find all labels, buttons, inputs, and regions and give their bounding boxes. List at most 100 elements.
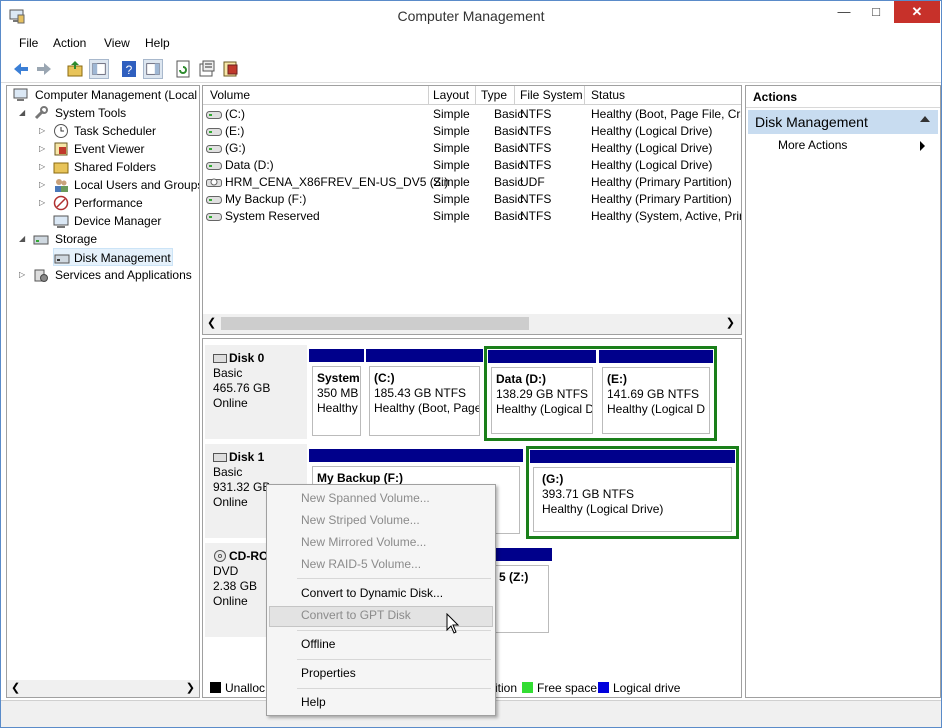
menu-item-convert-gpt[interactable]: Convert to GPT Disk	[301, 608, 411, 622]
menu-item-new-mirrored-volume[interactable]: New Mirrored Volume...	[301, 535, 426, 549]
expand-icon[interactable]: ▷	[39, 176, 49, 194]
menu-separator	[297, 630, 491, 631]
maximize-button[interactable]: □	[861, 1, 891, 23]
show-hide-tree-icon[interactable]	[89, 59, 109, 79]
disk-0-state: Online	[213, 396, 248, 410]
volume-row[interactable]: Data (D:) Simple Basic NTFS Healthy (Logical…	[203, 157, 741, 174]
collapse-up-icon[interactable]	[920, 116, 930, 122]
partition-size: 185.43 GB NTFS	[374, 386, 467, 400]
volume-cell-volume: HRM_CENA_X86FREV_EN-US_DV5 (Z:)	[225, 175, 449, 189]
export-icon[interactable]	[221, 59, 241, 79]
volume-cell-volume: (E:)	[225, 124, 245, 138]
partition-c[interactable]: (C:) 185.43 GB NTFS Healthy (Boot, Page	[366, 349, 483, 439]
actions-header: Actions	[746, 86, 940, 108]
menu-item-help[interactable]: Help	[301, 695, 326, 709]
volume-cell-status: Healthy (Logical Drive)	[591, 141, 713, 155]
legend-unallocated: Unalloc	[225, 681, 266, 695]
volume-list-horizontal-scrollbar[interactable]: ❮ ❯	[203, 314, 741, 334]
forward-icon[interactable]	[34, 59, 54, 79]
help-icon[interactable]: ?	[119, 59, 139, 79]
expand-icon[interactable]: ▷	[39, 194, 49, 212]
column-layout[interactable]: Layout	[433, 88, 469, 102]
volume-cell-layout: Simple	[433, 124, 470, 138]
volume-row[interactable]: (E:) Simple Basic NTFS Healthy (Logical Driv…	[203, 123, 741, 140]
more-actions-item[interactable]: More Actions	[778, 138, 847, 152]
volume-row[interactable]: My Backup (F:) Simple Basic NTFS Healthy (Pr…	[203, 191, 741, 208]
collapse-icon[interactable]: ◢	[19, 104, 29, 122]
partition-title: (C:)	[374, 371, 395, 385]
scroll-right-icon[interactable]: ❯	[186, 681, 195, 694]
tree-label-storage: Storage	[55, 232, 98, 246]
partition-g[interactable]: (G:) 393.71 GB NTFS Healthy (Logical Dri…	[530, 450, 735, 535]
tree-item-disk-management[interactable]: Disk Management	[53, 248, 173, 266]
volume-cell-layout: Simple	[433, 175, 470, 189]
partition-e[interactable]: (E:) 141.69 GB NTFS Healthy (Logical D	[599, 350, 713, 437]
volume-row[interactable]: (C:) Simple Basic NTFS Healthy (Boot, Page F…	[203, 106, 742, 123]
menu-view[interactable]: View	[104, 36, 130, 50]
scroll-left-icon[interactable]: ❮	[11, 681, 20, 694]
storage-icon	[33, 235, 49, 245]
menu-item-offline[interactable]: Offline	[301, 637, 335, 651]
tree-label-shared-folders: Shared Folders	[74, 160, 157, 174]
console-tree: Computer Management (Local ◢ System Tool…	[6, 85, 200, 698]
clock-icon	[54, 124, 68, 138]
collapse-icon[interactable]: ◢	[19, 230, 29, 248]
back-icon[interactable]	[11, 59, 31, 79]
volume-cell-file-system: NTFS	[520, 141, 552, 155]
partition-status: Healthy (Logical Drive)	[542, 502, 664, 516]
volume-cell-volume: (G:)	[225, 141, 246, 155]
tree-label-device-manager: Device Manager	[74, 214, 162, 228]
partition-status: Healthy	[317, 401, 358, 415]
column-file-system[interactable]: File System	[520, 88, 583, 102]
drive-icon	[206, 196, 222, 204]
scroll-right-icon[interactable]: ❯	[726, 316, 735, 329]
volume-cell-type: Basic	[494, 192, 524, 206]
volume-cell-file-system: NTFS	[520, 124, 552, 138]
toolbar: ?	[1, 55, 941, 83]
tree-label-task-scheduler: Task Scheduler	[74, 124, 157, 138]
disk-0-info[interactable]: Disk 0 Basic 465.76 GB Online	[205, 345, 307, 439]
volume-row[interactable]: (G:) Simple Basic NTFS Healthy (Logical Driv…	[203, 140, 741, 157]
tree-horizontal-scrollbar[interactable]: ❮ ❯	[7, 680, 199, 697]
menu-item-properties[interactable]: Properties	[301, 666, 356, 680]
column-status[interactable]: Status	[591, 88, 625, 102]
expand-icon[interactable]: ▷	[19, 266, 29, 284]
menu-item-convert-dynamic[interactable]: Convert to Dynamic Disk...	[301, 586, 443, 600]
column-type[interactable]: Type	[481, 88, 507, 102]
column-volume[interactable]: Volume	[210, 88, 250, 102]
menu-file[interactable]: File	[19, 36, 38, 50]
volume-cell-status: Healthy (Boot, Page File, Cra	[591, 107, 742, 121]
close-button[interactable]: ✕	[894, 1, 940, 23]
partition-system-reserved[interactable]: System 350 MB Healthy	[309, 349, 364, 439]
menu-action[interactable]: Action	[53, 36, 86, 50]
volume-cell-layout: Simple	[433, 209, 470, 223]
minimize-button[interactable]: —	[829, 1, 859, 23]
window-title: Computer Management	[397, 8, 545, 24]
scroll-left-icon[interactable]: ❮	[207, 316, 216, 329]
volume-cell-volume: My Backup (F:)	[225, 192, 307, 206]
volume-cell-type: Basic	[494, 124, 524, 138]
expand-icon[interactable]: ▷	[39, 158, 49, 176]
properties-icon[interactable]	[197, 59, 217, 79]
submenu-arrow-icon	[920, 141, 925, 151]
expand-icon[interactable]: ▷	[39, 140, 49, 158]
menu-item-new-striped-volume[interactable]: New Striped Volume...	[301, 513, 420, 527]
partition-d[interactable]: Data (D:) 138.29 GB NTFS Healthy (Logica…	[488, 350, 596, 437]
drive-icon	[206, 111, 222, 119]
menu-item-new-spanned-volume[interactable]: New Spanned Volume...	[301, 491, 430, 505]
volume-row[interactable]: HRM_CENA_X86FREV_EN-US_DV5 (Z:) Simple Bas…	[203, 174, 741, 191]
expand-icon[interactable]: ▷	[39, 122, 49, 140]
menu-separator	[297, 578, 491, 579]
refresh-icon[interactable]	[173, 59, 193, 79]
menu-help[interactable]: Help	[145, 36, 170, 50]
volume-row[interactable]: System Reserved Simple Basic NTFS Healthy (S…	[203, 208, 741, 225]
volume-cell-file-system: NTFS	[520, 209, 552, 223]
up-folder-icon[interactable]	[65, 59, 85, 79]
scrollbar-thumb[interactable]	[221, 317, 529, 330]
drive-icon	[206, 213, 222, 221]
disk-management-icon	[54, 254, 70, 264]
show-action-pane-icon[interactable]	[143, 59, 163, 79]
menu-item-new-raid5-volume[interactable]: New RAID-5 Volume...	[301, 557, 421, 571]
legend-logical-drive: Logical drive	[613, 681, 681, 695]
actions-section-disk-management[interactable]: Disk Management	[748, 110, 938, 134]
